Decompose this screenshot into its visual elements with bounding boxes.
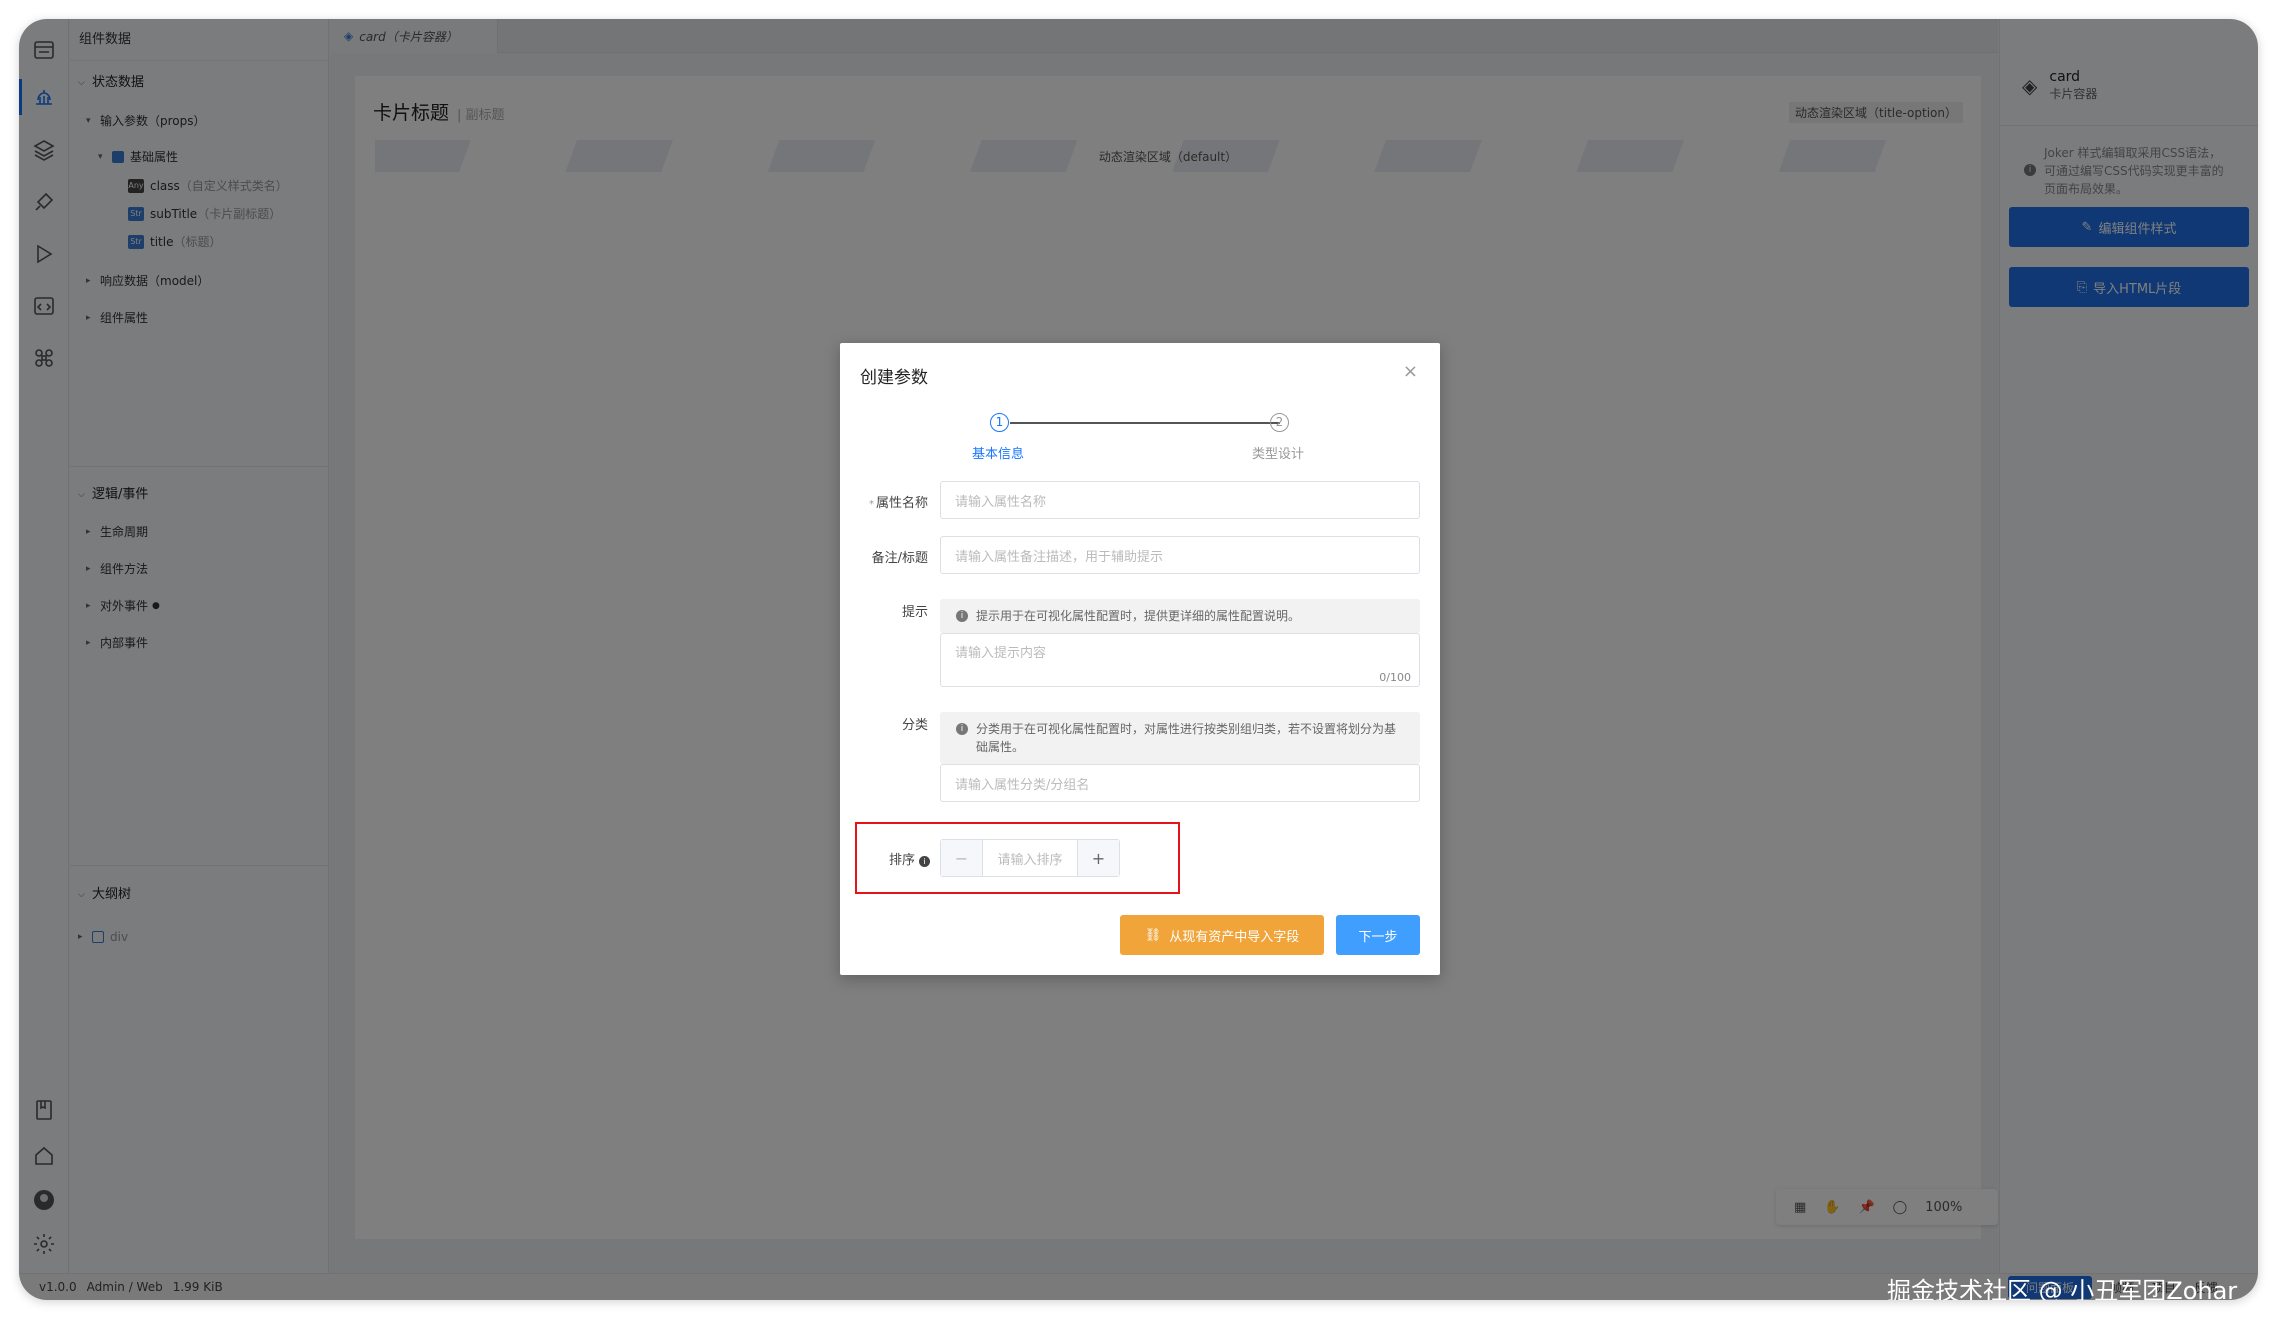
step-connector xyxy=(1010,422,1280,424)
char-counter: 0/100 xyxy=(1379,671,1411,684)
dialog-title: 创建参数 xyxy=(860,368,928,388)
step-2-indicator: 2 xyxy=(1270,413,1289,432)
create-param-dialog: 创建参数 × 1 2 基本信息 类型设计 * 属性名称 请输入属性名称 备注/标题… xyxy=(840,343,1440,975)
decrement-button[interactable]: − xyxy=(941,840,983,876)
steps: 1 2 基本信息 类型设计 xyxy=(840,413,1440,473)
close-icon[interactable]: × xyxy=(1403,361,1418,382)
step-2-label: 类型设计 xyxy=(1252,447,1305,462)
name-input[interactable]: 请输入属性名称 xyxy=(940,481,1420,519)
step-1-indicator: 1 xyxy=(990,413,1009,432)
order-label: 排序 i xyxy=(889,849,930,868)
link-icon: ⛓ xyxy=(1144,927,1162,943)
tip-textarea[interactable]: 请输入提示内容 0/100 xyxy=(940,633,1420,687)
info-icon[interactable]: i xyxy=(919,856,930,867)
step-1-label: 基本信息 xyxy=(972,447,1025,462)
next-step-button[interactable]: 下一步 xyxy=(1336,915,1420,955)
category-input[interactable]: 请输入属性分类/分组名 xyxy=(940,764,1420,802)
increment-button[interactable]: + xyxy=(1077,840,1119,876)
remark-label: 备注/标题 xyxy=(871,551,928,566)
tip-hint: i 提示用于在可视化属性配置时，提供更详细的属性配置说明。 xyxy=(940,599,1420,633)
order-stepper: − 请输入排序 + xyxy=(940,839,1120,877)
app-window: 组件数据 ⌵状态数据 ▾输入参数（props） ▾基础属性 Anyclass（自… xyxy=(19,19,2258,1300)
watermark: 掘金技术社区 @ 小丑军团Zohar xyxy=(1887,1277,2238,1300)
category-label: 分类 xyxy=(901,718,928,733)
info-icon: i xyxy=(956,610,968,622)
category-hint: i 分类用于在可视化属性配置时，对属性进行按类别组归类，若不设置将划分为基础属性。 xyxy=(940,712,1420,764)
remark-input[interactable]: 请输入属性备注描述，用于辅助提示 xyxy=(940,536,1420,574)
import-fields-button[interactable]: ⛓ 从现有资产中导入字段 xyxy=(1120,915,1324,955)
info-icon: i xyxy=(956,723,968,735)
tip-label: 提示 xyxy=(901,605,928,620)
order-input[interactable]: 请输入排序 xyxy=(983,840,1077,876)
name-label: * 属性名称 xyxy=(868,496,928,511)
